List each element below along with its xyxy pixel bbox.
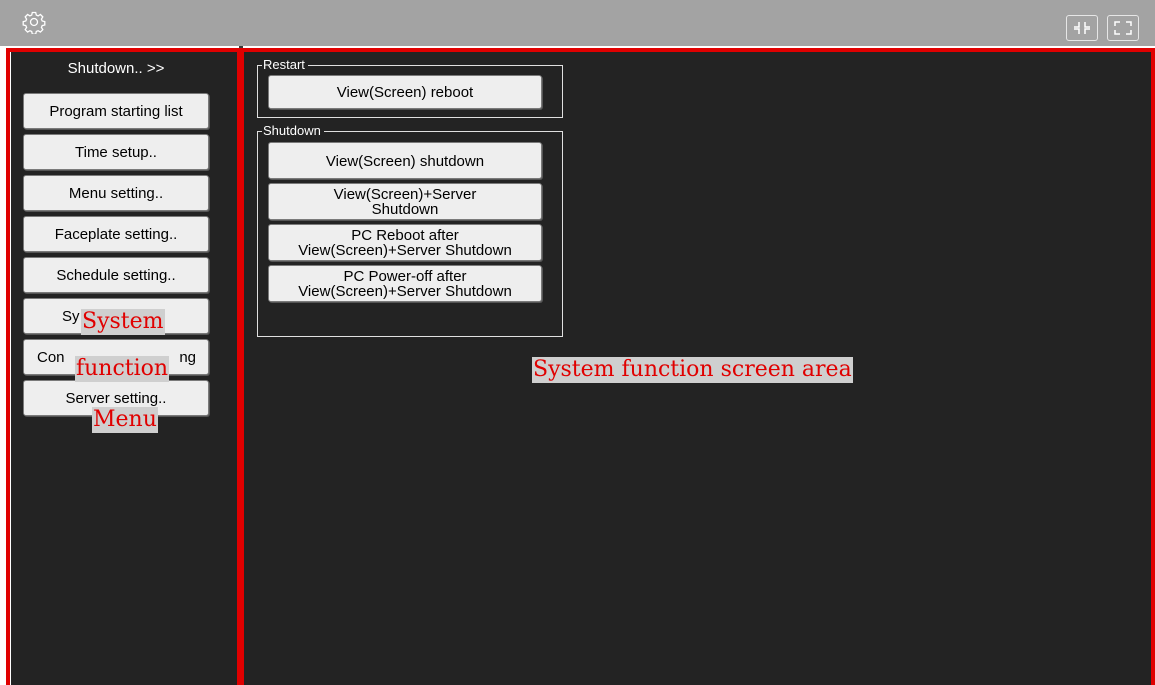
gear-icon[interactable] [22,10,46,34]
fullscreen-icon [1114,21,1132,35]
fullscreen-button[interactable] [1107,15,1139,41]
exit-fullscreen-icon [1074,22,1090,34]
exit-fullscreen-button[interactable] [1066,15,1098,41]
title-bar [0,0,1155,46]
annotation-menu-frame [6,48,244,685]
annotation-screen-frame [237,48,1155,685]
